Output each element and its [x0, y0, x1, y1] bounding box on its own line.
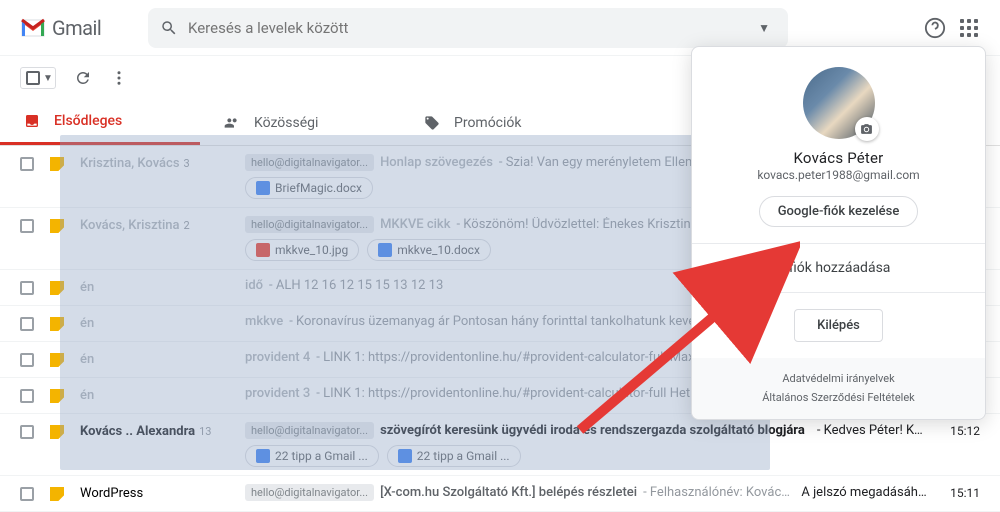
label-chip: hello@digitalnavigator...	[245, 484, 374, 501]
attachment-chip[interactable]: mkkve_10.docx	[367, 239, 491, 261]
subject: Honlap szövegezés	[380, 155, 493, 170]
attachment-chip[interactable]: 22 tipp a Gmail ...	[245, 445, 379, 467]
row-checkbox[interactable]	[20, 281, 34, 295]
importance-marker[interactable]	[50, 425, 64, 439]
timestamp: 15:12	[930, 424, 980, 438]
gmail-logo[interactable]: Gmail	[8, 16, 148, 40]
sender: én	[80, 352, 245, 367]
avatar-wrap	[803, 67, 875, 139]
subject: szövegírót keresünk ügyvédi iroda és ren…	[380, 423, 805, 438]
attachment-chip[interactable]: 22 tipp a Gmail ...	[387, 445, 521, 467]
label-chip: hello@digitalnavigator...	[245, 216, 374, 233]
privacy-link[interactable]: Adatvédelmi irányelvek	[704, 370, 973, 389]
attachment-chip[interactable]: BriefMagic.docx	[245, 177, 373, 199]
account-panel: Kovács Péter kovacs.peter1988@gmail.com …	[691, 46, 986, 420]
manage-account-button[interactable]: Google-fiók kezelése	[759, 196, 919, 227]
row-checkbox[interactable]	[20, 389, 34, 403]
inbox-icon	[24, 113, 40, 129]
subject: MKKVE cikk	[380, 217, 450, 232]
email-row[interactable]: WordPresshello@digitalnavigator... [X-com…	[0, 476, 1000, 512]
account-email: kovacs.peter1988@gmail.com	[757, 168, 919, 182]
tab-primary[interactable]: Elsődleges	[0, 100, 200, 145]
help-icon[interactable]	[924, 17, 946, 39]
account-name: Kovács Péter	[794, 149, 884, 167]
subject: mkkve	[245, 314, 283, 329]
row-checkbox[interactable]	[20, 487, 34, 501]
sender: Krisztina, Kovács3	[80, 156, 245, 171]
add-account-button[interactable]: Másik fiók hozzáadása	[692, 244, 985, 292]
logout-button[interactable]: Kilépés	[794, 309, 883, 342]
sender: WordPress	[80, 486, 245, 501]
tag-icon	[424, 115, 440, 131]
snippet: - Felhasználónév: Kovács Péter	[643, 485, 795, 500]
search-icon	[160, 19, 178, 37]
timestamp: 15:11	[930, 486, 980, 500]
add-account-label: Másik fiók hozzáadása	[748, 260, 890, 276]
row-checkbox[interactable]	[20, 157, 34, 171]
snippet: - ALH 12 16 12 15 15 13 12 13	[269, 278, 443, 293]
row-checkbox[interactable]	[20, 353, 34, 367]
row-checkbox[interactable]	[20, 219, 34, 233]
importance-marker[interactable]	[50, 389, 64, 403]
account-footer: Adatvédelmi irányelvek Általános Szerződ…	[692, 358, 985, 419]
importance-marker[interactable]	[50, 157, 64, 171]
email-row[interactable]: Kovács .. Alexandra13hello@digitalnaviga…	[0, 414, 1000, 476]
importance-marker[interactable]	[50, 219, 64, 233]
label-chip: hello@digitalnavigator...	[245, 422, 374, 439]
sender: Kovács .. Alexandra13	[80, 424, 245, 439]
sender: én	[80, 280, 245, 295]
label-chip: hello@digitalnavigator...	[245, 154, 374, 171]
select-all-checkbox[interactable]: ▼	[20, 67, 56, 89]
product-name: Gmail	[52, 16, 101, 40]
subject: provident 4	[245, 350, 310, 365]
apps-grid-icon[interactable]	[960, 19, 978, 37]
subject: provident 3	[245, 386, 310, 401]
camera-icon[interactable]	[855, 117, 879, 141]
attachment-chip[interactable]: mkkve_10.jpg	[245, 239, 359, 261]
row-checkbox[interactable]	[20, 317, 34, 331]
person-add-icon	[714, 258, 734, 278]
search-options-caret[interactable]: ▼	[752, 21, 776, 35]
tab-social[interactable]: Közösségi	[200, 100, 400, 145]
search-input[interactable]	[188, 19, 752, 37]
tab-label: Promóciók	[454, 115, 522, 131]
tab-label: Elsődleges	[54, 113, 122, 129]
importance-marker[interactable]	[50, 281, 64, 295]
people-icon	[224, 115, 240, 131]
terms-link[interactable]: Általános Szerződési Feltételek	[704, 389, 973, 408]
more-icon[interactable]	[110, 69, 128, 87]
row-checkbox[interactable]	[20, 425, 34, 439]
search-bar[interactable]: ▼	[148, 8, 788, 48]
sender: én	[80, 316, 245, 331]
importance-marker[interactable]	[50, 353, 64, 367]
tab-label: Közösségi	[254, 115, 318, 131]
refresh-icon[interactable]	[74, 69, 92, 87]
subject: idő	[245, 278, 263, 293]
importance-marker[interactable]	[50, 487, 64, 501]
subject: [X-com.hu Szolgáltató Kft.] belépés rész…	[380, 485, 637, 500]
importance-marker[interactable]	[50, 317, 64, 331]
sender: Kovács, Krisztina2	[80, 218, 245, 233]
envelope-icon	[20, 18, 46, 38]
tab-promotions[interactable]: Promóciók	[400, 100, 600, 145]
sender: én	[80, 388, 245, 403]
